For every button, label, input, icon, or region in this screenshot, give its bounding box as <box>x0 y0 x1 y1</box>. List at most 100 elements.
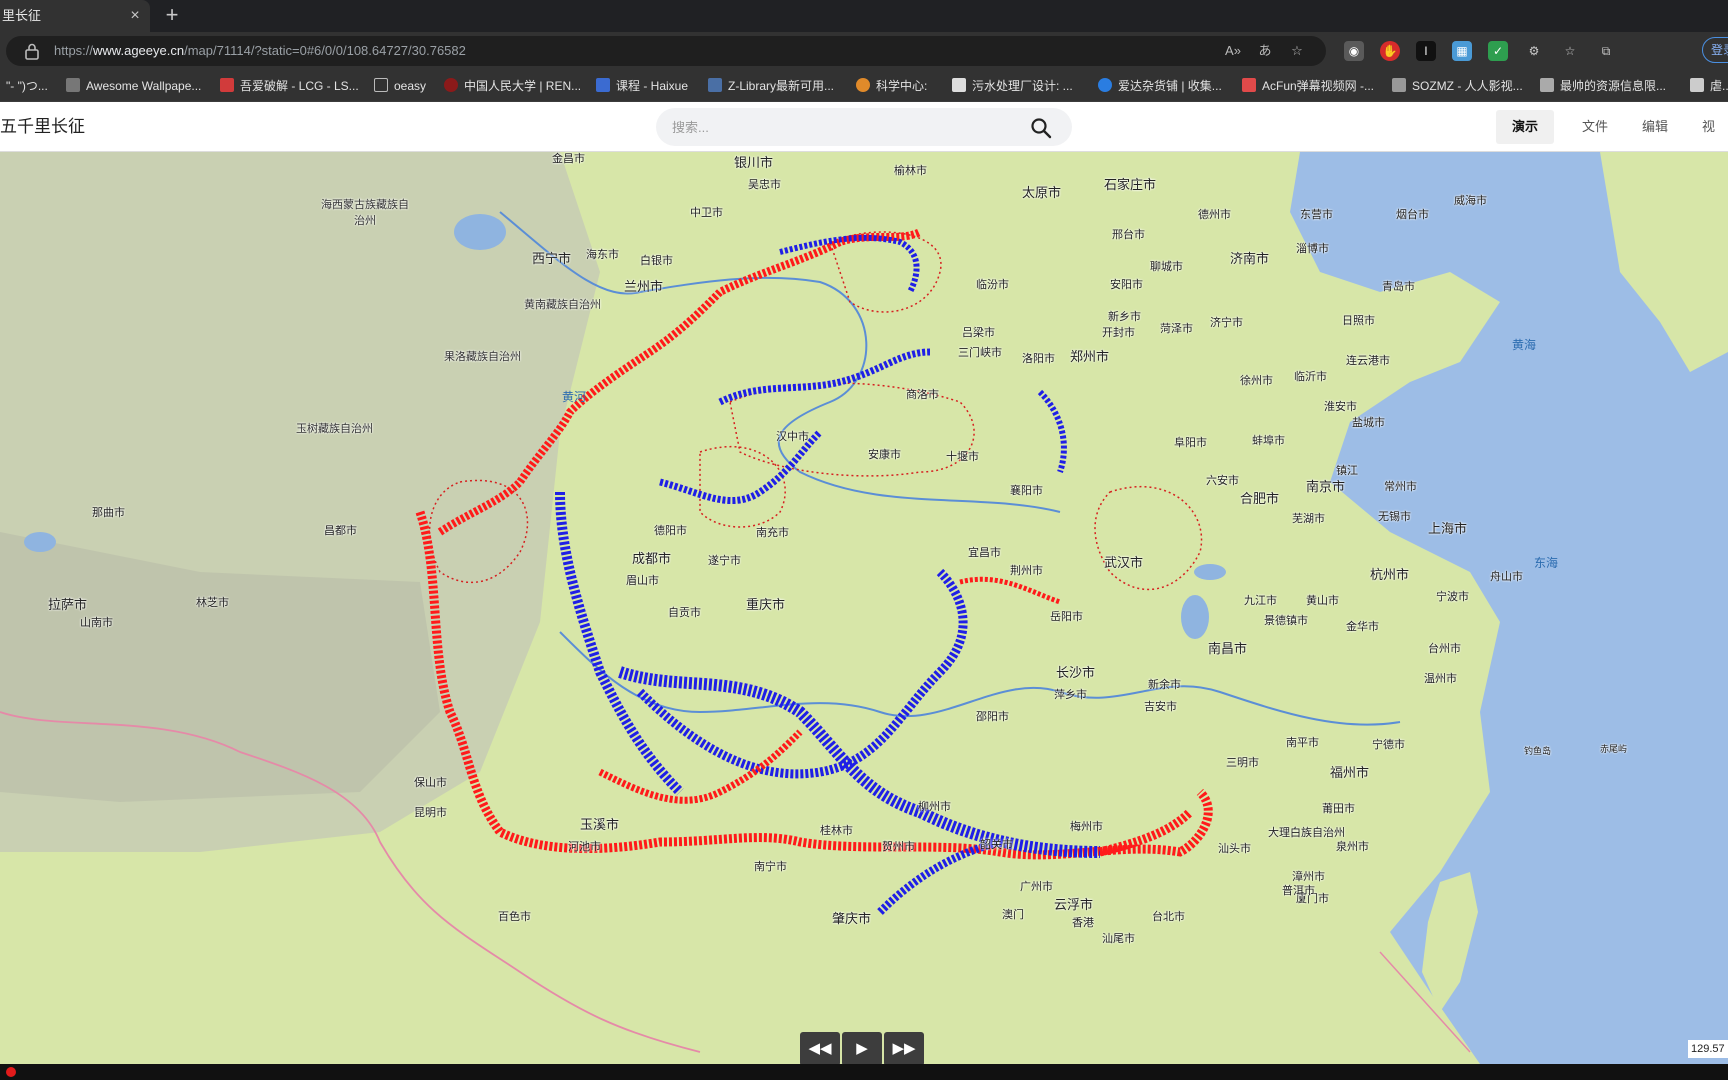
map-label: 烟台市 <box>1396 209 1429 221</box>
map-label: 银川市 <box>734 155 774 170</box>
bookmark-item[interactable]: 最帅的资源信息限... <box>1540 70 1666 102</box>
map-label: 安康市 <box>868 449 901 461</box>
map-label: 淄博市 <box>1296 243 1329 255</box>
map-label: 十堰市 <box>946 451 979 463</box>
map-label: 汕尾市 <box>1102 933 1135 945</box>
map-label: 威海市 <box>1454 195 1487 207</box>
bookmark-item[interactable]: 吾爱破解 - LCG - LS... <box>220 70 359 102</box>
recording-bar <box>0 1064 1728 1080</box>
url-path: /map/71114/?static=0#6/0/0/108.64727/30.… <box>184 43 466 58</box>
bookmark-item[interactable]: Z-Library最新可用... <box>708 70 834 102</box>
map-label: 韶关市 <box>980 839 1013 851</box>
bookmark-item[interactable]: Awesome Wallpape... <box>66 70 201 102</box>
extension-icons: ◉ ✋ l ▦ ✓ ⚙ ☆ ⧉ <box>1344 41 1616 61</box>
map-label: 德州市 <box>1198 209 1231 221</box>
river-label: 黄河 <box>562 390 587 404</box>
favorites-icon[interactable]: ☆ <box>1560 41 1580 61</box>
bookmark-item[interactable]: AcFun弹幕视频网 -... <box>1242 70 1374 102</box>
map-label: 聊城市 <box>1150 261 1183 273</box>
extension-owl-icon[interactable]: ◉ <box>1344 41 1364 61</box>
map-label: 新乡市 <box>1108 311 1141 323</box>
bookmark-icon <box>1242 78 1256 92</box>
favorite-add-icon[interactable]: ☆ <box>1288 42 1306 60</box>
bookmark-item[interactable]: 中国人民大学 | REN... <box>444 70 581 102</box>
map-label: 临沂市 <box>1294 371 1327 383</box>
map-label: 长沙市 <box>1056 665 1096 680</box>
bookmark-item[interactable]: "- ")つ... <box>6 70 48 102</box>
map-label: 济南市 <box>1230 251 1270 266</box>
bookmark-item[interactable]: oeasy <box>374 70 426 102</box>
read-aloud-icon[interactable]: A» <box>1224 42 1242 60</box>
island-label: 钓鱼岛 <box>1524 746 1552 756</box>
map-label: 无锡市 <box>1378 511 1411 523</box>
map-label: 台北市 <box>1152 911 1185 923</box>
collections-icon[interactable]: ⧉ <box>1596 41 1616 61</box>
forward-button[interactable]: ▶▶ <box>884 1032 924 1066</box>
map-label: 邢台市 <box>1112 229 1145 241</box>
map-label: 萍乡市 <box>1054 689 1087 701</box>
bookmark-item[interactable]: 科学中心: <box>856 70 927 102</box>
bookmark-item[interactable]: 爱达杂货铺 | 收集... <box>1098 70 1222 102</box>
map-label: 泉州市 <box>1336 841 1369 853</box>
bookmark-item[interactable]: 污水处理厂设计: ... <box>952 70 1073 102</box>
map-label: 河池市 <box>568 841 601 853</box>
extensions-puzzle-icon[interactable]: ⚙ <box>1524 41 1544 61</box>
map-label: 菏泽市 <box>1160 323 1193 335</box>
menu-present[interactable]: 演示 <box>1496 110 1555 144</box>
map-label: 开封市 <box>1102 327 1135 339</box>
browser-tab[interactable]: 里长征 × <box>0 0 150 32</box>
map-label: 云浮市 <box>1054 897 1094 912</box>
map-label: 景德镇市 <box>1264 615 1308 627</box>
map-label: 重庆市 <box>746 597 786 612</box>
sea-label: 黄海 <box>1512 338 1537 352</box>
extension-shield-icon[interactable]: ✓ <box>1488 41 1508 61</box>
bookmark-item[interactable]: 虐... <box>1690 70 1728 102</box>
bookmark-item[interactable]: SOZMZ - 人人影视... <box>1392 70 1523 102</box>
extension-grid-icon[interactable]: ▦ <box>1452 41 1472 61</box>
map-canvas[interactable]: 金昌市 银川市 榆林市 太原市 石家庄市 德州市 东营市 威海市 烟台市 海西蒙… <box>0 152 1728 1064</box>
map-label: 石家庄市 <box>1104 177 1157 192</box>
map-label: 保山市 <box>414 777 447 789</box>
map-label: 三明市 <box>1226 757 1259 769</box>
bookmark-icon <box>952 78 966 92</box>
map-label: 南平市 <box>1286 737 1319 749</box>
menu-file[interactable]: 文件 <box>1566 110 1624 144</box>
menu-view[interactable]: 视图 <box>1686 110 1728 168</box>
bookmark-icon <box>66 78 80 92</box>
bookmark-icon <box>1540 78 1554 92</box>
map-label: 邵阳市 <box>976 711 1009 723</box>
bookmark-icon <box>220 78 234 92</box>
bookmarks-bar: "- ")つ... Awesome Wallpape... 吾爱破解 - LCG… <box>0 70 1728 102</box>
close-tab-icon[interactable]: × <box>127 0 143 32</box>
search-icon[interactable] <box>1030 117 1052 139</box>
map-label: 自贡市 <box>668 607 701 619</box>
map-label: 昌都市 <box>324 525 357 537</box>
play-button[interactable]: ▶ <box>842 1032 882 1066</box>
map-label: 福州市 <box>1330 765 1370 780</box>
translate-icon[interactable]: あ <box>1256 42 1274 60</box>
extension-stop-icon[interactable]: ✋ <box>1380 41 1400 61</box>
app-header: 五千里长征 演示 文件 编辑 视图 <box>0 102 1728 168</box>
extension-l-icon[interactable]: l <box>1416 41 1436 61</box>
map-label: 黄山市 <box>1306 595 1339 607</box>
map-label: 徐州市 <box>1240 375 1273 387</box>
address-bar[interactable]: https://www.ageeye.cn/map/71114/?static=… <box>6 36 1326 66</box>
bookmark-item[interactable]: 课程 - Haixue <box>596 70 688 102</box>
menu-edit[interactable]: 编辑 <box>1626 110 1684 144</box>
map-label: 南京市 <box>1306 479 1346 494</box>
map-label: 林芝市 <box>196 597 229 609</box>
url-prefix: https:// <box>54 43 94 58</box>
new-tab-button[interactable]: + <box>160 4 184 28</box>
map-label: 济宁市 <box>1210 317 1243 329</box>
map-label: 南宁市 <box>754 861 787 873</box>
url-text[interactable]: https://www.ageeye.cn/map/71114/?static=… <box>54 36 466 66</box>
map-label: 安阳市 <box>1110 279 1143 291</box>
rewind-button[interactable]: ◀◀ <box>800 1032 840 1066</box>
map-label: 吴忠市 <box>748 179 781 191</box>
map-label: 拉萨市 <box>48 597 88 612</box>
map-label: 山南市 <box>80 617 113 629</box>
login-button[interactable]: 登录 <box>1702 37 1728 63</box>
search-input[interactable] <box>672 108 1012 146</box>
map-label: 三门峡市 <box>958 347 1002 359</box>
map-label: 郑州市 <box>1070 349 1110 364</box>
